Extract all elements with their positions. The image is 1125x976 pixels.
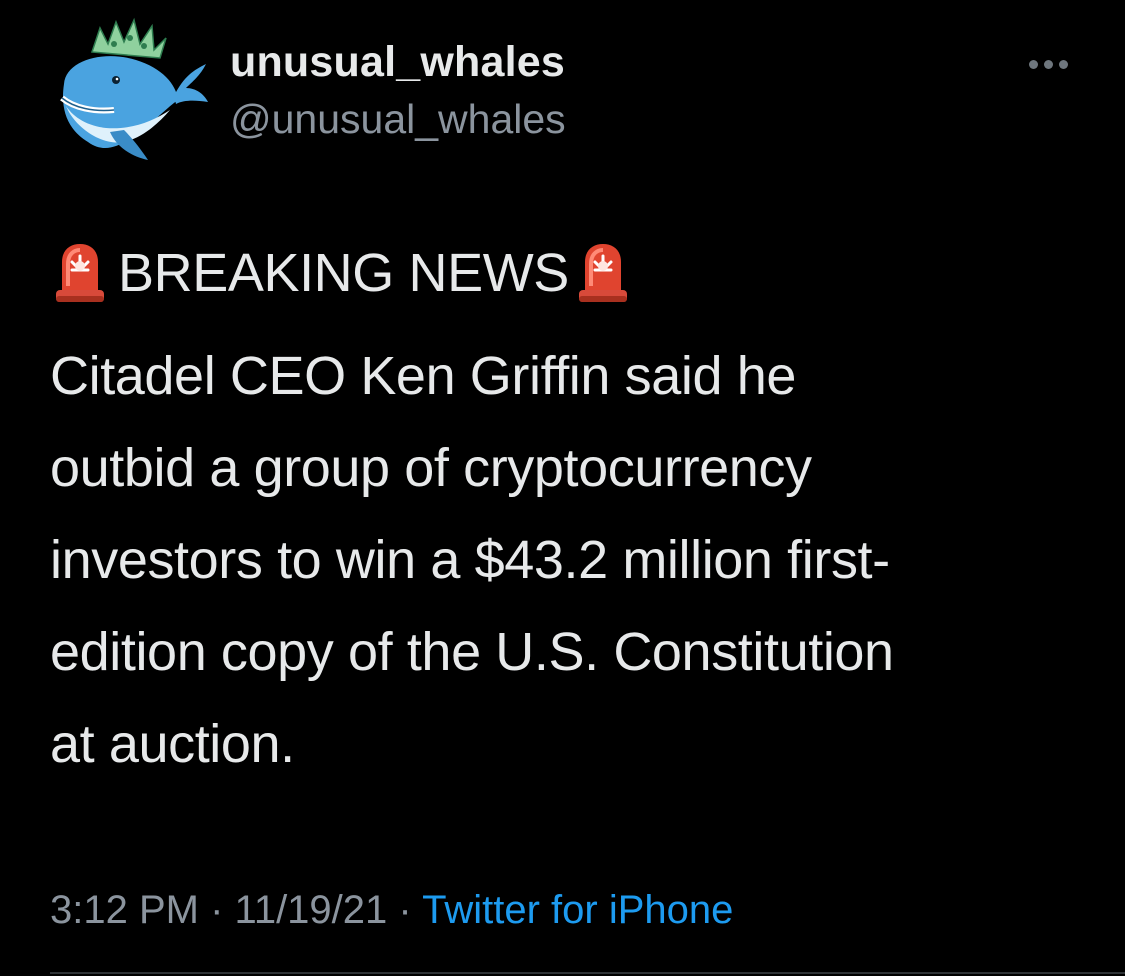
tweet-time[interactable]: 3:12 PM — [50, 888, 199, 932]
tweet-line: edition copy of the U.S. Constitution — [50, 622, 894, 682]
tweet-headline-text: BREAKING NEWS — [118, 243, 569, 303]
more-options-dot — [1058, 59, 1068, 69]
meta-separator: · — [210, 888, 224, 932]
author-handle[interactable]: @unusual_whales — [230, 96, 566, 143]
more-options-dot — [1028, 59, 1038, 69]
tweet-date[interactable]: 11/19/21 — [235, 888, 388, 932]
tweet-line: investors to win a $43.2 million first- — [50, 530, 890, 590]
tweet-source-link[interactable]: Twitter for iPhone — [422, 888, 733, 932]
tweet-line: outbid a group of cryptocurrency — [50, 438, 812, 498]
tweet: unusual_whales @unusual_whales BREAKING … — [0, 0, 1125, 976]
tweet-line: at auction. — [50, 714, 295, 774]
rotating-light-icon — [578, 244, 627, 302]
meta-separator: · — [398, 888, 412, 932]
more-options-icon[interactable] — [1018, 44, 1078, 84]
divider — [50, 972, 1125, 974]
tweet-line: Citadel CEO Ken Griffin said he — [50, 346, 796, 406]
author-display-name[interactable]: unusual_whales — [230, 38, 565, 87]
tweet-text: BREAKING NEWS Citadel CEO Ken Griffin sa… — [50, 228, 1090, 790]
more-options-dot — [1043, 59, 1053, 69]
whale-icon[interactable] — [44, 14, 208, 164]
tweet-paragraph: Citadel CEO Ken Griffin said he outbid a… — [50, 330, 1090, 790]
tweet-meta: 3:12 PM · 11/19/21 · Twitter for iPhone — [50, 888, 733, 933]
tweet-headline: BREAKING NEWS — [50, 228, 1090, 318]
rotating-light-icon — [56, 244, 104, 302]
